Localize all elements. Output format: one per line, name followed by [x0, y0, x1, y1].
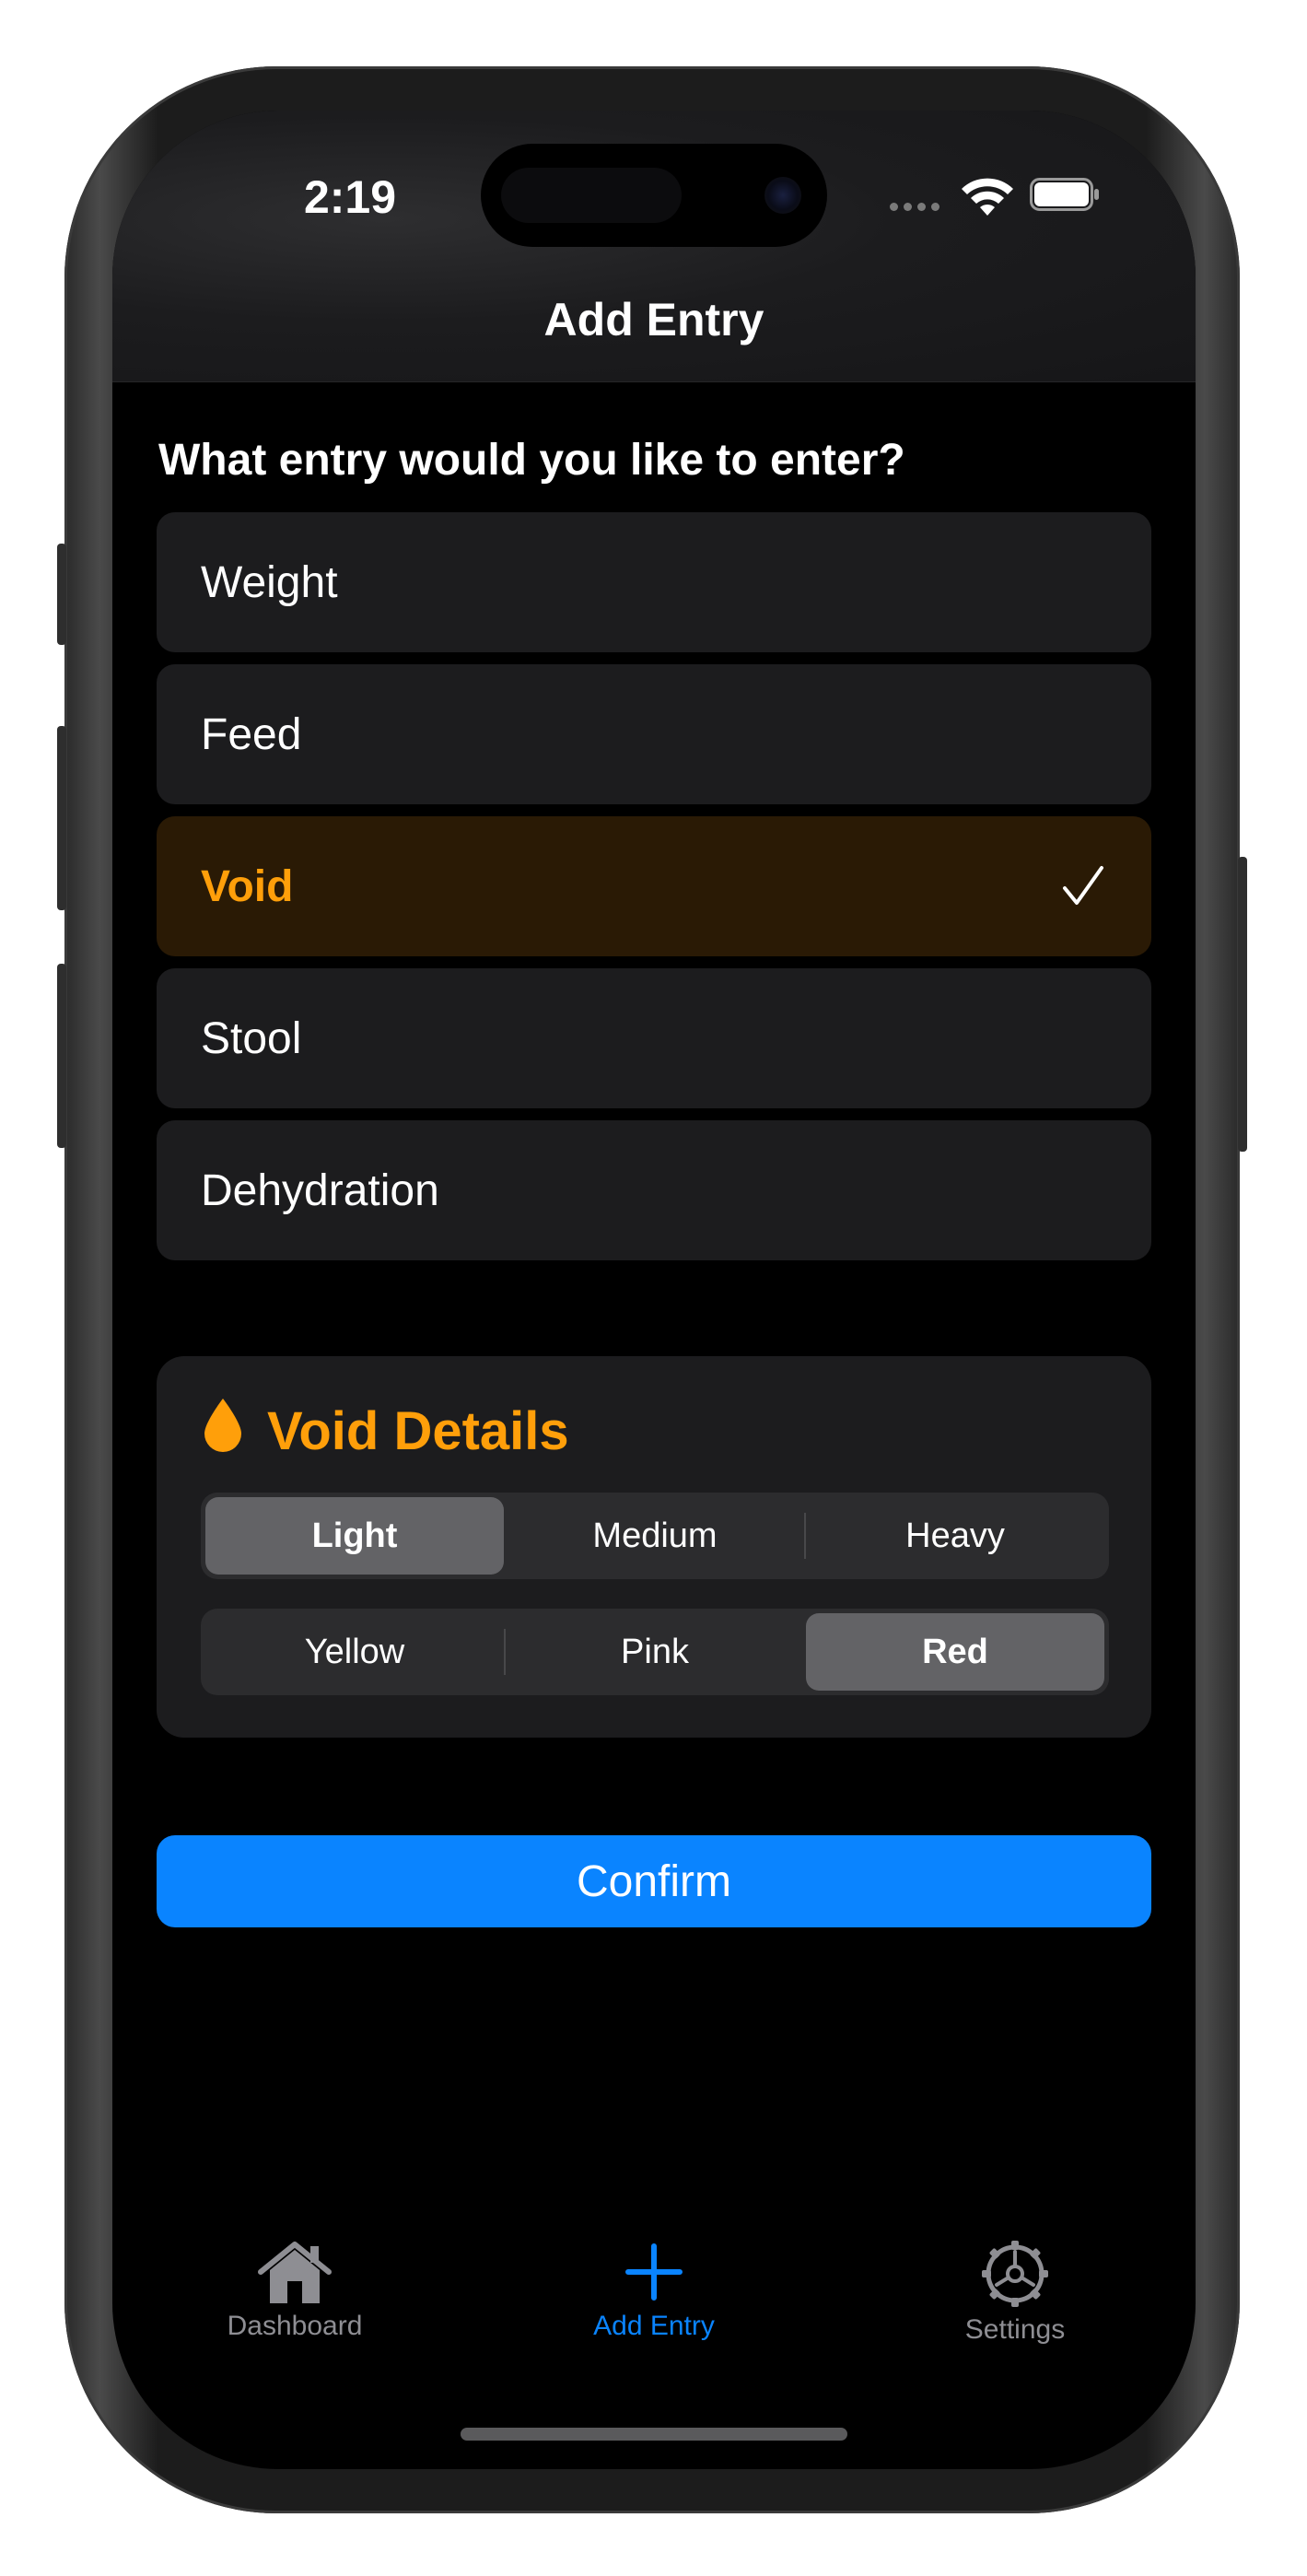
battery-icon	[1030, 178, 1099, 211]
drop-icon	[204, 1399, 241, 1452]
tab-bar: Dashboard Add Entry Settings	[112, 2239, 1196, 2377]
home-indicator[interactable]	[461, 2428, 847, 2441]
segment-pink[interactable]: Pink	[506, 1613, 804, 1691]
navigation-header: 2:19 Add Entry	[112, 111, 1196, 382]
volume-down-button	[57, 964, 66, 1148]
plus-icon	[625, 2243, 683, 2301]
dynamic-island	[481, 144, 827, 247]
screen: 2:19 Add Entry What entry would you like…	[112, 111, 1196, 2469]
tab-add-entry[interactable]: Add Entry	[534, 2239, 774, 2342]
tab-dashboard[interactable]: Dashboard	[175, 2239, 414, 2342]
option-void[interactable]: Void	[157, 816, 1151, 956]
tab-settings[interactable]: Settings	[895, 2239, 1135, 2346]
tab-label: Add Entry	[593, 2311, 715, 2341]
cellular-icon	[890, 203, 939, 211]
option-stool[interactable]: Stool	[157, 968, 1151, 1108]
volume-up-button	[57, 726, 66, 910]
option-label: Weight	[201, 557, 338, 607]
details-title: Void Details	[267, 1401, 569, 1461]
segment-light[interactable]: Light	[205, 1497, 504, 1575]
page-title: Add Entry	[543, 294, 764, 345]
segment-heavy[interactable]: Heavy	[806, 1497, 1104, 1575]
wifi-icon	[962, 178, 1013, 216]
status-time: 2:19	[303, 171, 397, 223]
power-button	[1238, 857, 1247, 1152]
segment-yellow[interactable]: Yellow	[205, 1613, 504, 1691]
color-segmented-control: Yellow Pink Red	[201, 1609, 1109, 1695]
action-button	[57, 544, 66, 645]
checkmark-icon	[1063, 866, 1103, 905]
option-label: Void	[201, 861, 294, 911]
camera-icon	[764, 177, 801, 214]
island-sensor	[501, 168, 682, 223]
option-label: Feed	[201, 709, 302, 759]
entry-type-list: Weight Feed Void Stool Dehydration	[157, 512, 1151, 1272]
confirm-button[interactable]: Confirm	[157, 1835, 1151, 1927]
house-icon	[258, 2242, 332, 2303]
option-dehydration[interactable]: Dehydration	[157, 1120, 1151, 1260]
segment-medium[interactable]: Medium	[506, 1497, 804, 1575]
gear-icon	[982, 2241, 1048, 2307]
void-details-card: Void Details Light Medium Heavy Yellow P…	[157, 1356, 1151, 1738]
option-label: Dehydration	[201, 1165, 439, 1215]
entry-prompt: What entry would you like to enter?	[158, 436, 905, 485]
tab-label: Dashboard	[227, 2311, 363, 2341]
volume-segmented-control: Light Medium Heavy	[201, 1493, 1109, 1579]
option-feed[interactable]: Feed	[157, 664, 1151, 804]
option-label: Stool	[201, 1013, 302, 1063]
tab-label: Settings	[964, 2314, 1066, 2345]
option-weight[interactable]: Weight	[157, 512, 1151, 652]
segment-red[interactable]: Red	[806, 1613, 1104, 1691]
